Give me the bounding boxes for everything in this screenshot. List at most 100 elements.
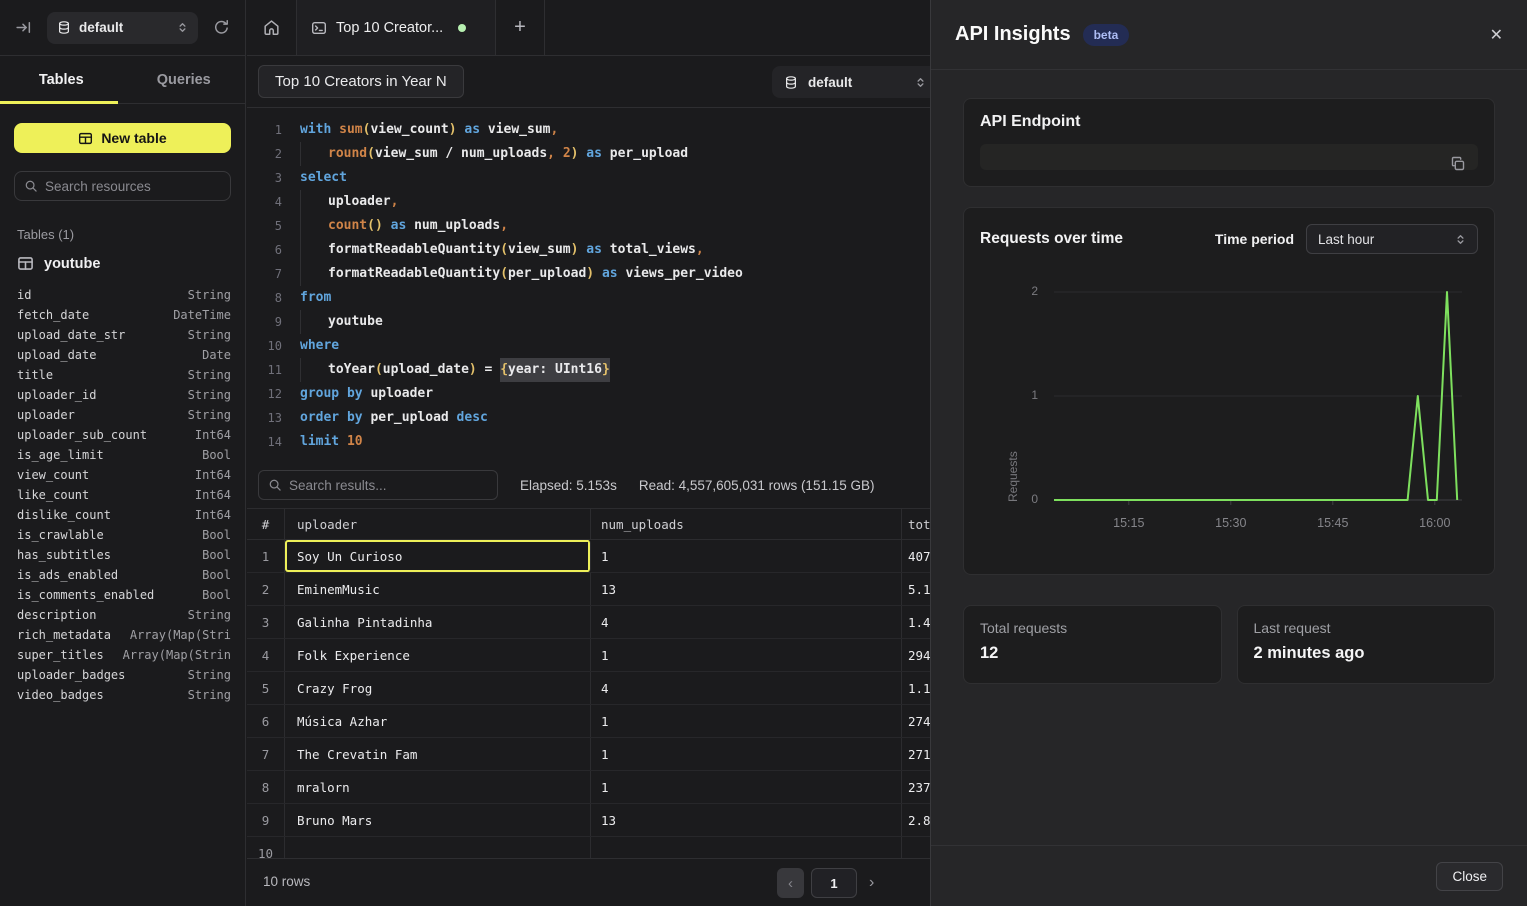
x-tick-label: 15:45 [1308,516,1358,530]
column-list-item[interactable]: is_comments_enabledBool [17,585,231,605]
table-grid-icon [17,255,34,272]
column-type: String [188,688,231,702]
cell-uploader[interactable]: Bruno Mars [285,804,591,836]
table-item-youtube[interactable]: youtube [14,255,231,272]
cell-uploader[interactable]: EminemMusic [285,573,591,605]
column-list-item[interactable]: uploader_idString [17,385,231,405]
cell-num-uploads[interactable]: 1 [591,540,902,572]
row-index[interactable]: 6 [247,705,285,737]
row-index[interactable]: 4 [247,639,285,671]
column-list-item[interactable]: titleString [17,365,231,385]
current-page[interactable]: 1 [811,868,857,898]
row-index[interactable]: 2 [247,573,285,605]
sidebar-tabs: Tables Queries [0,56,245,104]
row-index[interactable]: 10 [247,837,285,858]
column-list-item[interactable]: upload_dateDate [17,345,231,365]
cell-num-uploads[interactable]: 4 [591,672,902,704]
cell-uploader[interactable]: Música Azhar [285,705,591,737]
row-index[interactable]: 3 [247,606,285,638]
column-list-item[interactable]: uploader_sub_countInt64 [17,425,231,445]
cell-uploader[interactable] [285,837,591,858]
new-table-button[interactable]: New table [14,123,231,153]
console-icon [311,20,327,36]
home-button[interactable] [247,0,296,55]
search-icon [24,179,38,193]
close-icon[interactable]: ✕ [1490,25,1503,45]
row-index[interactable]: 1 [247,540,285,572]
column-name: is_age_limit [17,448,104,462]
cell-num-uploads[interactable]: 4 [591,606,902,638]
column-list-item[interactable]: is_age_limitBool [17,445,231,465]
cell-uploader[interactable]: Folk Experience [285,639,591,671]
resource-search [14,171,231,201]
column-type: Int64 [195,468,231,482]
query-tab[interactable]: Top 10 Creator... [296,0,496,55]
tab-tables[interactable]: Tables [0,56,123,103]
column-list-item[interactable]: has_subtitlesBool [17,545,231,565]
column-list-item[interactable]: super_titlesArray(Map(Strin [17,645,231,665]
cell-num-uploads[interactable]: 13 [591,573,902,605]
column-list-item[interactable]: descriptionString [17,605,231,625]
next-page-button[interactable]: › [864,874,879,892]
database-select[interactable]: default [47,12,198,44]
requests-chart-card: Requests over time Time period Last hour… [963,207,1495,575]
column-header-index[interactable]: # [247,509,285,539]
column-list-item[interactable]: like_countInt64 [17,485,231,505]
column-list-item[interactable]: uploaderString [17,405,231,425]
cell-num-uploads[interactable]: 1 [591,771,902,803]
column-type: String [188,408,231,422]
column-list-item[interactable]: upload_date_strString [17,325,231,345]
column-name: like_count [17,488,89,502]
row-index[interactable]: 9 [247,804,285,836]
column-list-item[interactable]: idString [17,285,231,305]
column-type: Bool [202,548,231,562]
tab-queries[interactable]: Queries [123,56,246,103]
query-tab-label: Top 10 Creator... [336,20,443,36]
cell-num-uploads[interactable]: 1 [591,639,902,671]
column-list-item[interactable]: dislike_countInt64 [17,505,231,525]
panel-body: API Endpoint Requests over time Time per… [931,70,1527,684]
copy-icon[interactable] [1450,156,1466,172]
column-name: is_crawlable [17,528,104,542]
column-header-uploader[interactable]: uploader [285,509,591,539]
collapse-sidebar-icon[interactable] [13,17,34,38]
close-panel-button[interactable]: Close [1436,862,1503,891]
column-list-item[interactable]: fetch_dateDateTime [17,305,231,325]
api-endpoint-title: API Endpoint [980,113,1478,131]
new-tab-button[interactable]: + [496,0,545,55]
column-list-item[interactable]: view_countInt64 [17,465,231,485]
cell-uploader[interactable]: The Crevatin Fam [285,738,591,770]
column-list-item[interactable]: rich_metadataArray(Map(Stri [17,625,231,645]
column-list-item[interactable]: video_badgesString [17,685,231,705]
y-tick-label: 2 [1004,284,1038,298]
cell-uploader[interactable]: Soy Un Curioso [285,540,591,572]
prev-page-button[interactable]: ‹ [777,868,804,898]
cell-uploader[interactable]: mralorn [285,771,591,803]
column-type: Array(Map(Stri [130,628,231,642]
cell-num-uploads[interactable] [591,837,902,858]
cell-num-uploads[interactable]: 1 [591,738,902,770]
column-list-item[interactable]: is_ads_enabledBool [17,565,231,585]
results-search-input[interactable] [289,478,488,493]
column-name: fetch_date [17,308,89,322]
cell-uploader[interactable]: Galinha Pintadinha [285,606,591,638]
column-name: is_comments_enabled [17,588,154,602]
refresh-icon[interactable] [211,17,232,38]
search-icon [268,478,282,492]
sidebar: default Tables Queries New table [0,0,246,906]
time-period-select[interactable]: Last hour [1306,224,1478,254]
resource-search-input[interactable] [45,179,221,194]
row-index[interactable]: 5 [247,672,285,704]
column-list-item[interactable]: is_crawlableBool [17,525,231,545]
column-type: String [188,388,231,402]
cell-num-uploads[interactable]: 13 [591,804,902,836]
query-title-input[interactable]: Top 10 Creators in Year N [258,65,464,98]
column-list-item[interactable]: uploader_badgesString [17,665,231,685]
cell-num-uploads[interactable]: 1 [591,705,902,737]
query-database-select[interactable]: default [772,66,938,98]
column-header-num-uploads[interactable]: num_uploads [591,509,902,539]
row-index[interactable]: 8 [247,771,285,803]
cell-uploader[interactable]: Crazy Frog [285,672,591,704]
row-index[interactable]: 7 [247,738,285,770]
x-tick-label: 16:00 [1410,516,1460,530]
